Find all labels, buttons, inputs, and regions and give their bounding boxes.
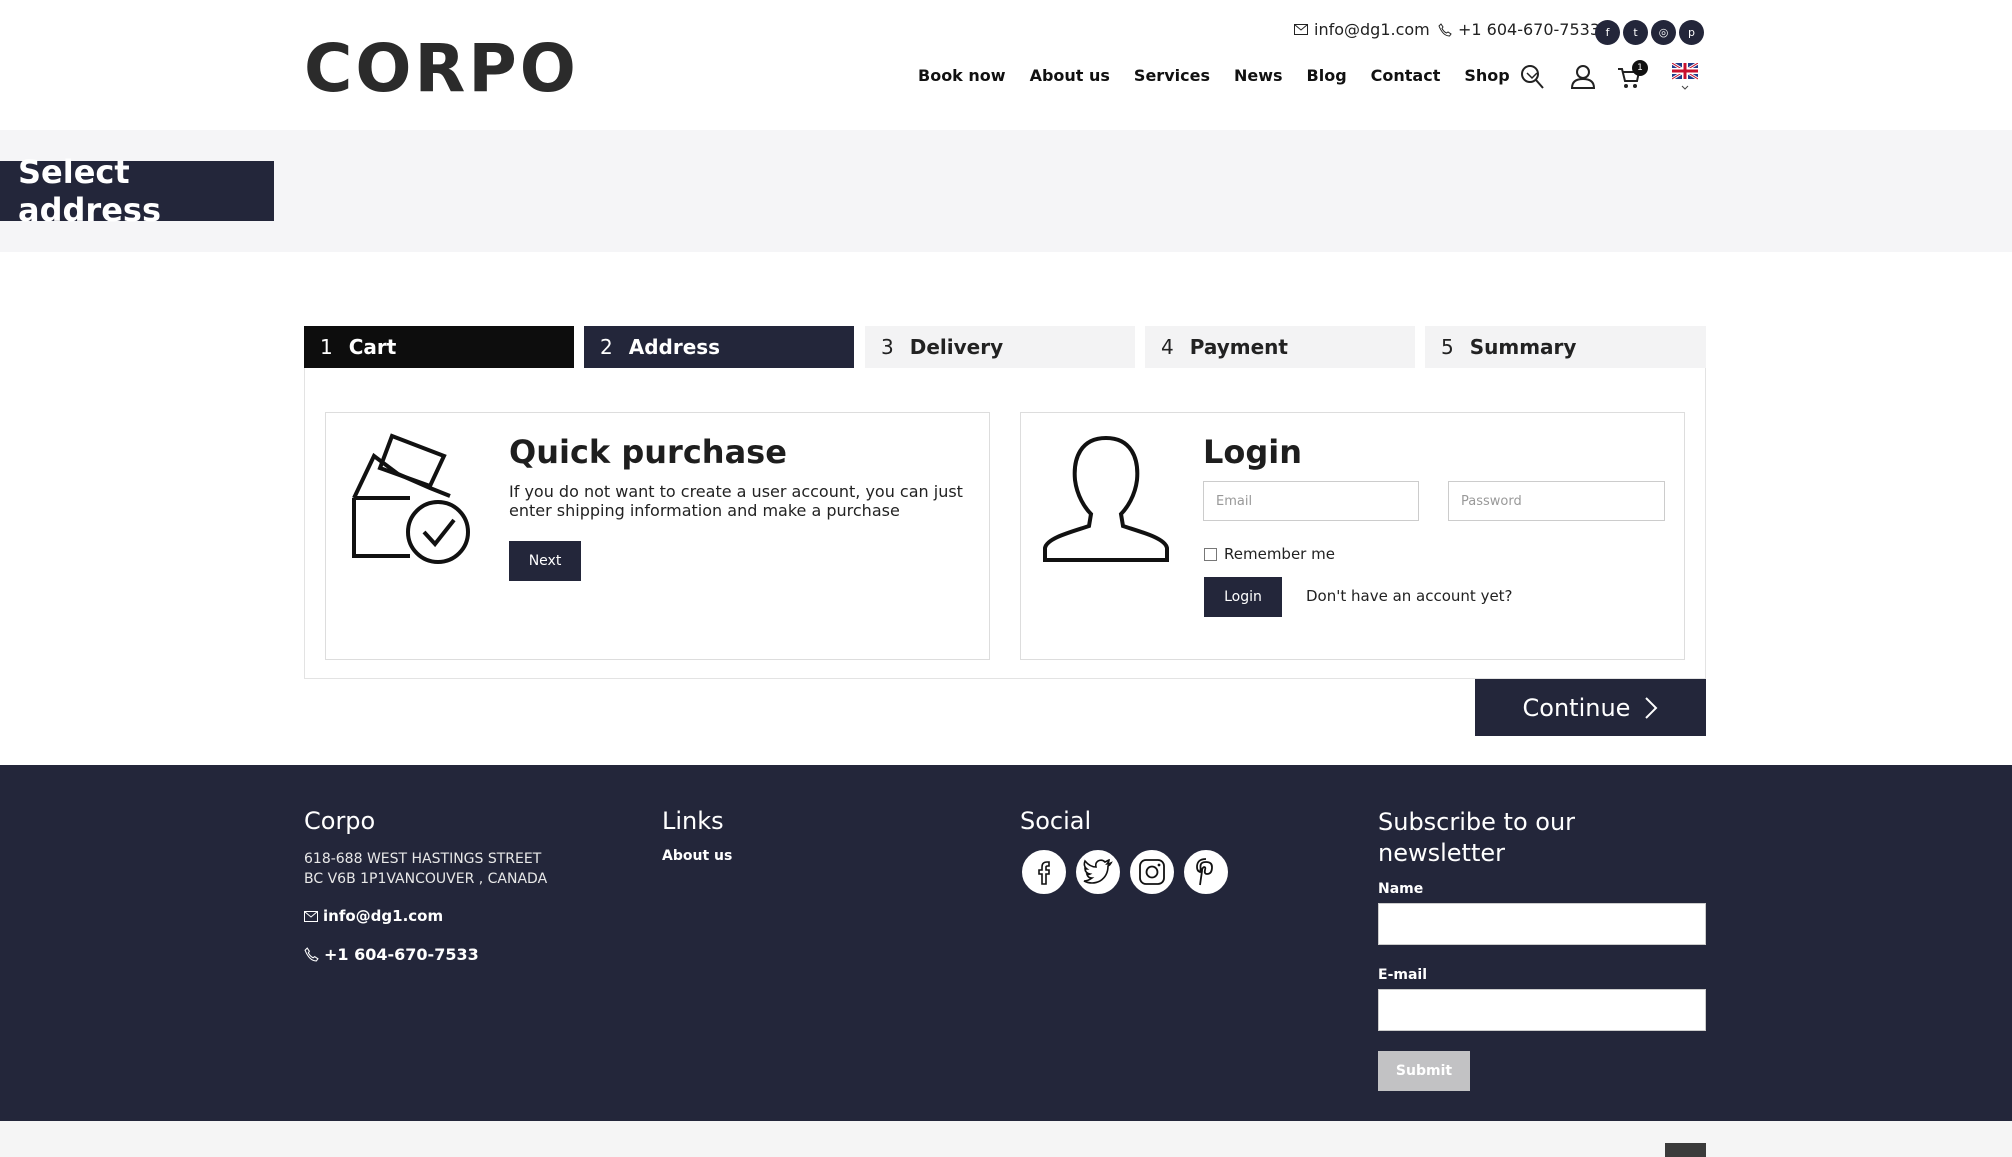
site-header: CORPO info@dg1.com +1 604-670-7533 f t ◎… xyxy=(0,0,2012,130)
newsletter-title-line1: Subscribe to our xyxy=(1378,808,1576,836)
user-silhouette-icon xyxy=(1043,435,1169,562)
footer-address-line1: 618-688 WEST HASTINGS STREET xyxy=(304,851,542,867)
logo[interactable]: CORPO xyxy=(304,30,579,107)
bottom-bar xyxy=(0,1121,2012,1157)
step-summary: 5 Summary xyxy=(1425,326,1706,368)
search-icon[interactable] xyxy=(1520,64,1544,90)
nav-news[interactable]: News xyxy=(1234,66,1283,85)
newsletter-email-input[interactable] xyxy=(1378,989,1706,1031)
footer-phone-text: +1 604-670-7533 xyxy=(324,945,479,964)
page-title: Select address xyxy=(0,153,274,229)
facebook-icon[interactable]: f xyxy=(1595,20,1620,45)
newsletter-name-input[interactable] xyxy=(1378,903,1706,945)
step-delivery: 3 Delivery xyxy=(865,326,1135,368)
login-button[interactable]: Login xyxy=(1204,577,1282,617)
main-nav: Book now About us Services News Blog Con… xyxy=(918,66,1539,85)
footer-social-title: Social xyxy=(1020,807,1092,835)
nav-services[interactable]: Services xyxy=(1134,66,1210,85)
footer-address-line2: BC V6B 1P1VANCOUVER , CANADA xyxy=(304,871,548,887)
quick-purchase-desc-line2: enter shipping information and make a pu… xyxy=(509,501,900,520)
continue-button[interactable]: Continue xyxy=(1475,679,1706,736)
step-payment: 4 Payment xyxy=(1145,326,1415,368)
nav-contact[interactable]: Contact xyxy=(1371,66,1441,85)
step-delivery-number: 3 xyxy=(881,335,894,359)
step-address-label: Address xyxy=(628,335,721,359)
newsletter-title-line2: newsletter xyxy=(1378,839,1505,867)
newsletter-name-label: Name xyxy=(1378,881,1424,897)
pinterest-icon[interactable]: p xyxy=(1679,20,1704,45)
nav-shop-label: Shop xyxy=(1464,66,1510,85)
phone-icon xyxy=(304,947,319,962)
footer-link-about-us[interactable]: About us xyxy=(662,848,732,864)
nav-book-now[interactable]: Book now xyxy=(918,66,1006,85)
header-phone[interactable]: +1 604-670-7533 xyxy=(1438,20,1600,39)
uk-flag-icon[interactable] xyxy=(1672,63,1698,93)
nav-about-us[interactable]: About us xyxy=(1030,66,1110,85)
footer-links-title: Links xyxy=(662,807,724,835)
continue-label: Continue xyxy=(1522,693,1631,722)
step-cart[interactable]: 1 Cart xyxy=(304,326,574,368)
password-input[interactable] xyxy=(1448,481,1665,521)
step-delivery-label: Delivery xyxy=(909,335,1004,359)
footer-twitter-icon[interactable] xyxy=(1074,848,1122,896)
site-footer: Corpo 618-688 WEST HASTINGS STREET BC V6… xyxy=(0,765,2012,1121)
instagram-icon[interactable]: ◎ xyxy=(1651,20,1676,45)
step-address-number: 2 xyxy=(600,335,613,359)
footer-instagram-icon[interactable] xyxy=(1128,848,1176,896)
newsletter-title: Subscribe to our newsletter xyxy=(1378,807,1575,869)
quick-purchase-description: If you do not want to create a user acco… xyxy=(509,482,963,520)
login-title: Login xyxy=(1203,433,1303,471)
footer-pinterest-icon[interactable] xyxy=(1182,848,1230,896)
footer-email-text: info@dg1.com xyxy=(323,907,444,925)
next-button[interactable]: Next xyxy=(509,541,581,581)
twitter-icon[interactable]: t xyxy=(1623,20,1648,45)
newsletter-email-label: E-mail xyxy=(1378,967,1428,983)
mail-icon xyxy=(304,910,318,922)
step-cart-number: 1 xyxy=(320,335,333,359)
footer-company-title: Corpo xyxy=(304,807,376,835)
scroll-to-top-button[interactable] xyxy=(1665,1143,1706,1157)
footer-phone[interactable]: +1 604-670-7533 xyxy=(304,945,479,964)
header-phone-text: +1 604-670-7533 xyxy=(1458,20,1601,39)
step-payment-label: Payment xyxy=(1189,335,1288,359)
user-icon[interactable] xyxy=(1571,64,1595,90)
cart-count-badge: 1 xyxy=(1632,60,1648,76)
quick-purchase-desc-line1: If you do not want to create a user acco… xyxy=(509,482,963,501)
email-input[interactable] xyxy=(1203,481,1419,521)
footer-facebook-icon[interactable] xyxy=(1020,848,1068,896)
step-cart-label: Cart xyxy=(348,335,397,359)
phone-icon xyxy=(1438,22,1452,37)
step-address[interactable]: 2 Address xyxy=(584,326,854,368)
nav-blog[interactable]: Blog xyxy=(1307,66,1347,85)
register-link[interactable]: Don't have an account yet? xyxy=(1306,587,1513,605)
footer-email[interactable]: info@dg1.com xyxy=(304,907,443,925)
page-title-band xyxy=(0,130,2012,252)
quick-purchase-title: Quick purchase xyxy=(509,433,787,471)
newsletter-submit-button[interactable]: Submit xyxy=(1378,1051,1470,1091)
ballot-box-check-icon xyxy=(352,433,470,564)
mail-icon xyxy=(1294,24,1308,35)
remember-me-label: Remember me xyxy=(1224,545,1335,563)
remember-me-checkbox[interactable] xyxy=(1204,548,1217,561)
header-email-text: info@dg1.com xyxy=(1314,20,1430,39)
step-summary-number: 5 xyxy=(1441,335,1454,359)
step-payment-number: 4 xyxy=(1161,335,1174,359)
header-email[interactable]: info@dg1.com xyxy=(1294,20,1430,39)
step-summary-label: Summary xyxy=(1469,335,1577,359)
chevron-right-icon xyxy=(1645,696,1658,719)
